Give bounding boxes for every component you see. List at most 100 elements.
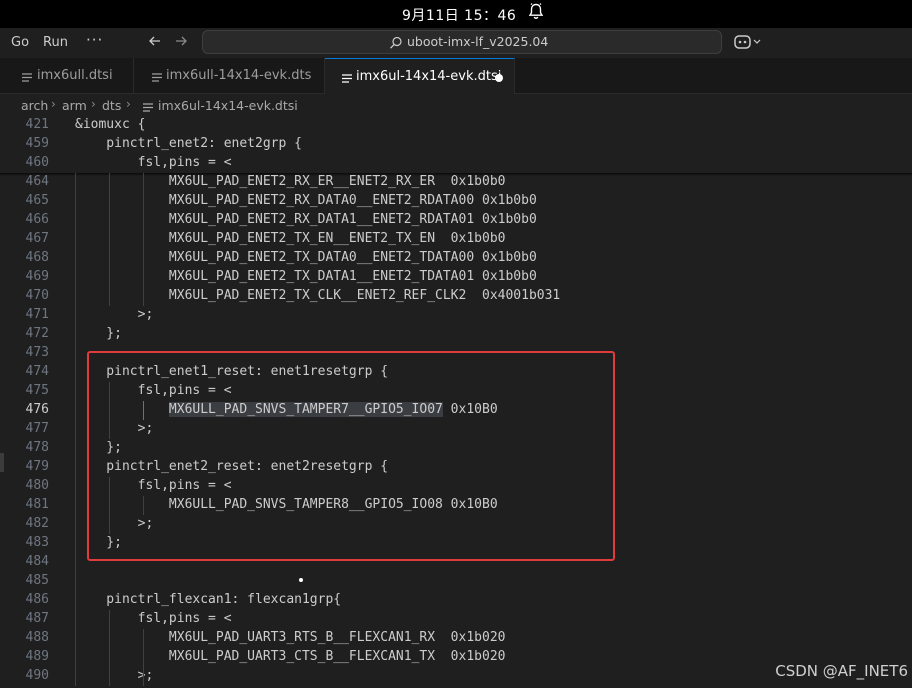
code-line[interactable]: 468 MX6UL_PAD_ENET2_TX_DATA0__ENET2_TDAT…	[0, 249, 912, 268]
line-number: 464	[25, 174, 49, 189]
line-number: 482	[25, 516, 49, 531]
code-line[interactable]: 471 >;	[0, 306, 912, 325]
code-line[interactable]: 464 MX6UL_PAD_ENET2_RX_ER__ENET2_RX_ER 0…	[0, 173, 912, 192]
tab-label: imx6ull.dtsi	[37, 68, 113, 83]
breadcrumb-arm[interactable]: arm	[62, 98, 87, 113]
tab-imx6ull-14x14-evk-dts[interactable]: imx6ull-14x14-evk.dts	[134, 58, 325, 94]
code-line[interactable]: 488 MX6UL_PAD_UART3_RTS_B__FLEXCAN1_RX 0…	[0, 629, 912, 648]
command-center-search[interactable]: uboot-imx-lf_v2025.04	[202, 30, 722, 54]
watermark: CSDN @AF_INET6	[775, 662, 908, 680]
tab-imx6ull-dtsi[interactable]: imx6ull.dtsi	[0, 58, 134, 94]
search-icon	[389, 35, 403, 49]
breadcrumb-arch[interactable]: arch	[21, 98, 48, 113]
file-lines-icon	[143, 100, 153, 115]
unsaved-dot-icon[interactable]	[495, 74, 503, 82]
line-number: 481	[25, 497, 49, 512]
line-number: 421	[25, 117, 49, 132]
system-bar: 9月11日 15：46	[0, 0, 912, 28]
line-number: 483	[25, 535, 49, 550]
code-text: pinctrl_flexcan1: flexcan1grp{	[75, 592, 342, 607]
tab-label: imx6ul-14x14-evk.dtsi	[356, 69, 502, 84]
line-number: 490	[25, 668, 49, 683]
code-text: pinctrl_enet2: enet2grp {	[75, 136, 302, 151]
breadcrumb: arch › arm › dts › imx6ul-14x14-evk.dtsi	[0, 94, 912, 116]
line-number: 480	[25, 478, 49, 493]
breadcrumb-dts[interactable]: dts	[102, 98, 121, 113]
code-text: MX6UL_PAD_ENET2_RX_DATA0__ENET2_RDATA00 …	[75, 193, 537, 208]
line-number: 476	[25, 402, 49, 417]
red-annotation-box	[87, 351, 615, 561]
line-number: 478	[25, 440, 49, 455]
line-number: 484	[25, 554, 49, 569]
line-number: 473	[25, 345, 49, 360]
breadcrumb-file[interactable]: imx6ul-14x14-evk.dtsi	[158, 98, 298, 113]
chevron-right-icon: ›	[51, 97, 56, 111]
code-text: MX6UL_PAD_UART3_CTS_B__FLEXCAN1_TX 0x1b0…	[75, 649, 506, 664]
fold-marker	[0, 453, 4, 472]
system-clock[interactable]: 9月11日 15：46	[402, 5, 516, 25]
chevron-right-icon: ›	[126, 97, 131, 111]
code-line[interactable]: 486 pinctrl_flexcan1: flexcan1grp{	[0, 591, 912, 610]
line-number: 485	[25, 573, 49, 588]
line-number: 459	[25, 136, 49, 151]
code-line[interactable]: 465 MX6UL_PAD_ENET2_RX_DATA0__ENET2_RDAT…	[0, 192, 912, 211]
line-number: 460	[25, 155, 49, 170]
tab-label: imx6ull-14x14-evk.dts	[166, 68, 312, 83]
tab-imx6ul-14x14-evk-dtsi[interactable]: imx6ul-14x14-evk.dtsi	[325, 58, 515, 94]
code-text: fsl,pins = <	[75, 611, 232, 626]
indent-guide	[109, 173, 110, 306]
bell-icon[interactable]	[527, 2, 545, 22]
line-number: 477	[25, 421, 49, 436]
line-number: 466	[25, 212, 49, 227]
code-text: MX6UL_PAD_ENET2_TX_DATA0__ENET2_TDATA00 …	[75, 250, 537, 265]
code-line[interactable]: 469 MX6UL_PAD_ENET2_TX_DATA1__ENET2_TDAT…	[0, 268, 912, 287]
forward-arrow-icon[interactable]	[172, 32, 190, 50]
code-text: MX6UL_PAD_ENET2_RX_ER__ENET2_RX_ER 0x1b0…	[75, 174, 506, 189]
indent-guide	[143, 173, 144, 306]
line-number: 469	[25, 269, 49, 284]
line-number: 475	[25, 383, 49, 398]
line-number: 470	[25, 288, 49, 303]
indent-guide	[143, 401, 144, 420]
line-number: 467	[25, 231, 49, 246]
line-number: 487	[25, 611, 49, 626]
code-line[interactable]: 470 MX6UL_PAD_ENET2_TX_CLK__ENET2_REF_CL…	[0, 287, 912, 306]
code-text: MX6UL_PAD_ENET2_TX_EN__ENET2_TX_EN 0x1b0…	[75, 231, 506, 246]
line-number: 474	[25, 364, 49, 379]
code-text: >;	[75, 668, 154, 683]
back-arrow-icon[interactable]	[146, 32, 164, 50]
code-text: MX6UL_PAD_UART3_RTS_B__FLEXCAN1_RX 0x1b0…	[75, 630, 506, 645]
code-line[interactable]: 466 MX6UL_PAD_ENET2_RX_DATA1__ENET2_RDAT…	[0, 211, 912, 230]
code-text: MX6UL_PAD_ENET2_TX_DATA1__ENET2_TDATA01 …	[75, 269, 537, 284]
mouse-cursor	[299, 578, 303, 582]
line-number: 471	[25, 307, 49, 322]
file-lines-icon	[152, 71, 162, 82]
indent-guide	[109, 382, 110, 439]
more-menu-icon[interactable]: ···	[86, 31, 103, 49]
code-text: >;	[75, 307, 154, 322]
line-number: 479	[25, 459, 49, 474]
chevron-right-icon: ›	[91, 97, 96, 111]
code-line[interactable]: 487 fsl,pins = <	[0, 610, 912, 629]
code-text: };	[75, 326, 122, 341]
code-editor[interactable]: 421 &iomuxc { 459 pinctrl_enet2: enet2gr…	[0, 116, 912, 688]
line-number: 472	[25, 326, 49, 341]
file-lines-icon	[22, 71, 32, 82]
sticky-line[interactable]: 460 fsl,pins = <	[0, 154, 912, 173]
line-number: 465	[25, 193, 49, 208]
code-line[interactable]: 472 };	[0, 325, 912, 344]
code-text: MX6UL_PAD_ENET2_RX_DATA1__ENET2_RDATA01 …	[75, 212, 537, 227]
sticky-line[interactable]: 421 &iomuxc {	[0, 116, 912, 135]
code-line[interactable]: 485	[0, 572, 912, 591]
indent-guide	[143, 629, 144, 686]
indent-guide	[143, 496, 144, 515]
indent-guide	[109, 477, 110, 534]
sticky-line[interactable]: 459 pinctrl_enet2: enet2grp {	[0, 135, 912, 154]
menu-go[interactable]: Go	[11, 35, 29, 50]
code-line[interactable]: 467 MX6UL_PAD_ENET2_TX_EN__ENET2_TX_EN 0…	[0, 230, 912, 249]
file-lines-icon	[342, 72, 352, 83]
code-text: fsl,pins = <	[75, 155, 232, 170]
copilot-icon[interactable]	[733, 33, 763, 51]
line-number: 488	[25, 630, 49, 645]
menu-run[interactable]: Run	[43, 35, 68, 50]
